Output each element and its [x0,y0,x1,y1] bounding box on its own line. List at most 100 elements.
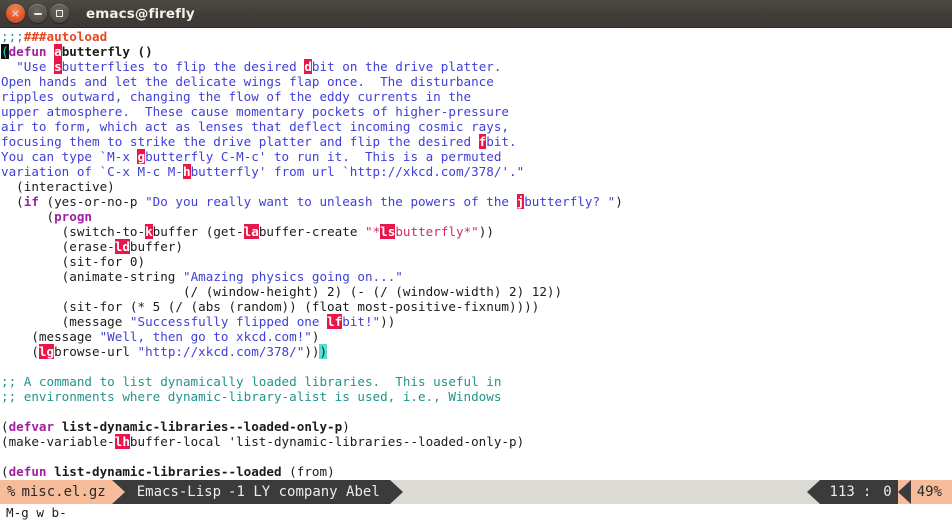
code-token: ;;; [1,29,24,44]
code-token: (interactive) [1,179,115,194]
modeline-line-number: 113 [829,484,855,500]
mode-line: % misc.el.gz Emacs-Lisp -1 LY company Ab… [0,480,952,504]
code-token: ( [1,464,9,479]
text-cursor: ( [1,44,9,59]
code-token: ) [342,419,350,434]
code-token: ( [1,209,55,224]
modeline-mode-segment[interactable]: Emacs-Lisp -1 LY company Abel [124,480,390,504]
code-token: "http://xkcd.com/378/" [137,344,305,359]
ace-jump-label: ls [380,224,396,239]
code-line: (defun abutterfly () [0,44,952,59]
code-line: ;;;###autoload [0,29,952,44]
ace-jump-label: lh [114,434,130,449]
code-line: Open hands and let the delicate wings fl… [0,74,952,89]
code-line: (/ (window-height) 2) (- (/ (window-widt… [0,284,952,299]
code-line: (switch-to-kbuffer (get-labuffer-create … [0,224,952,239]
modeline-column-separator: : [862,484,872,500]
code-token: You can type `M-x [1,149,138,164]
ace-jump-label: s [54,59,62,74]
modeline-position-segment[interactable]: 113 : 0 [819,480,898,504]
code-line: upper atmosphere. These cause momentary … [0,104,952,119]
modeline-buffer-state: % [7,484,16,500]
matching-paren-highlight: ) [319,344,328,359]
modeline-minor-info: -1 LY company Abel [228,484,380,500]
window-minimize-button[interactable] [28,4,47,23]
ace-jump-label: lg [38,344,55,359]
code-token: defvar [8,419,55,434]
ace-jump-label: lf [327,314,343,329]
code-token: defun [8,44,47,59]
minibuffer[interactable]: M-g w b- [0,504,952,522]
window-maximize-button[interactable] [50,4,69,23]
window-titlebar: × emacs@firefly [0,0,952,28]
code-line: (sit-for 0) [0,254,952,269]
code-token: "Well, then go to xkcd.com!" [99,329,312,344]
code-token: focusing them to strike the drive platte… [1,134,479,149]
code-line: (animate-string "Amazing physics going o… [0,269,952,284]
code-line: (make-variable-lhbuffer-local 'list-dyna… [0,434,952,449]
code-token: )) [478,224,494,239]
code-line: (sit-for (* 5 (/ (abs (random)) (float m… [0,299,952,314]
code-token: upper atmosphere. These cause momentary … [1,104,509,119]
code-token: (message [1,329,100,344]
ace-jump-label: g [137,149,146,164]
code-token: ( [1,194,24,209]
code-buffer[interactable]: ;;;###autoload (defun abutterfly () "Use … [0,28,952,480]
powerline-separator-2 [389,480,403,504]
code-line: You can type `M-x gbutterfly C-M-c' to r… [0,149,952,164]
code-token: (sit-for (* 5 (/ (abs (random)) (float m… [1,299,540,314]
code-token: (from) [281,464,335,479]
ace-jump-label: h [182,164,191,179]
code-token: bit. [486,134,517,149]
maximize-icon [56,10,63,17]
code-token: (switch-to- [1,224,146,239]
code-token: ;; A command to list dynamically loaded … [1,374,502,389]
code-token: Open hands and let the delicate wings fl… [1,74,494,89]
modeline-filler [402,480,807,504]
code-token: butterfly? " [524,194,616,209]
code-token: butterfly () [61,44,153,59]
code-token: if [23,194,39,209]
code-line: (lgbrowse-url "http://xkcd.com/378/"))) [0,344,952,359]
ace-jump-label: a [54,44,62,59]
code-token: (yes-or-no-p [38,194,146,209]
code-token: buffer (get- [152,224,244,239]
code-line: ripples outward, changing the flow of th… [0,89,952,104]
code-token: ###autoload [23,29,108,44]
code-token: "Successfully flipped one [129,314,328,329]
code-token: butterfly*" [395,224,479,239]
code-token: browse-url [54,344,138,359]
code-line: ;; environments where dynamic-library-al… [0,389,952,404]
code-token: bit!" [342,314,381,329]
code-token: buffer-create [258,224,365,239]
powerline-separator-4 [897,480,911,504]
code-token: list-dynamic-libraries--loaded-only-p [61,419,343,434]
code-line: air to form, which act as lenses that de… [0,119,952,134]
close-icon: × [10,7,21,20]
code-line: (defun list-dynamic-libraries--loaded (f… [0,464,952,479]
code-token: (sit-for 0) [1,254,146,269]
code-line: (erase-ldbuffer) [0,239,952,254]
code-token: (make-variable- [1,434,115,449]
code-token: buffer) [129,239,183,254]
code-line: (message "Successfully flipped one lfbit… [0,314,952,329]
code-token: variation of `C-x M-c M- [1,164,183,179]
ace-jump-label: la [243,224,259,239]
code-token: )) [380,314,396,329]
code-token: ;; environments where dynamic-library-al… [1,389,502,404]
ace-jump-label: k [145,224,153,239]
modeline-buffer-segment[interactable]: % misc.el.gz [0,480,112,504]
code-token: (/ (window-height) 2) (- (/ (window-widt… [1,284,563,299]
window-close-button[interactable]: × [6,4,25,23]
code-token: progn [54,209,92,224]
modeline-major-mode: Emacs-Lisp [136,484,222,500]
code-token: ) [615,194,623,209]
code-token: ripples outward, changing the flow of th… [1,89,472,104]
code-token: bit on the drive platter. [311,59,502,74]
